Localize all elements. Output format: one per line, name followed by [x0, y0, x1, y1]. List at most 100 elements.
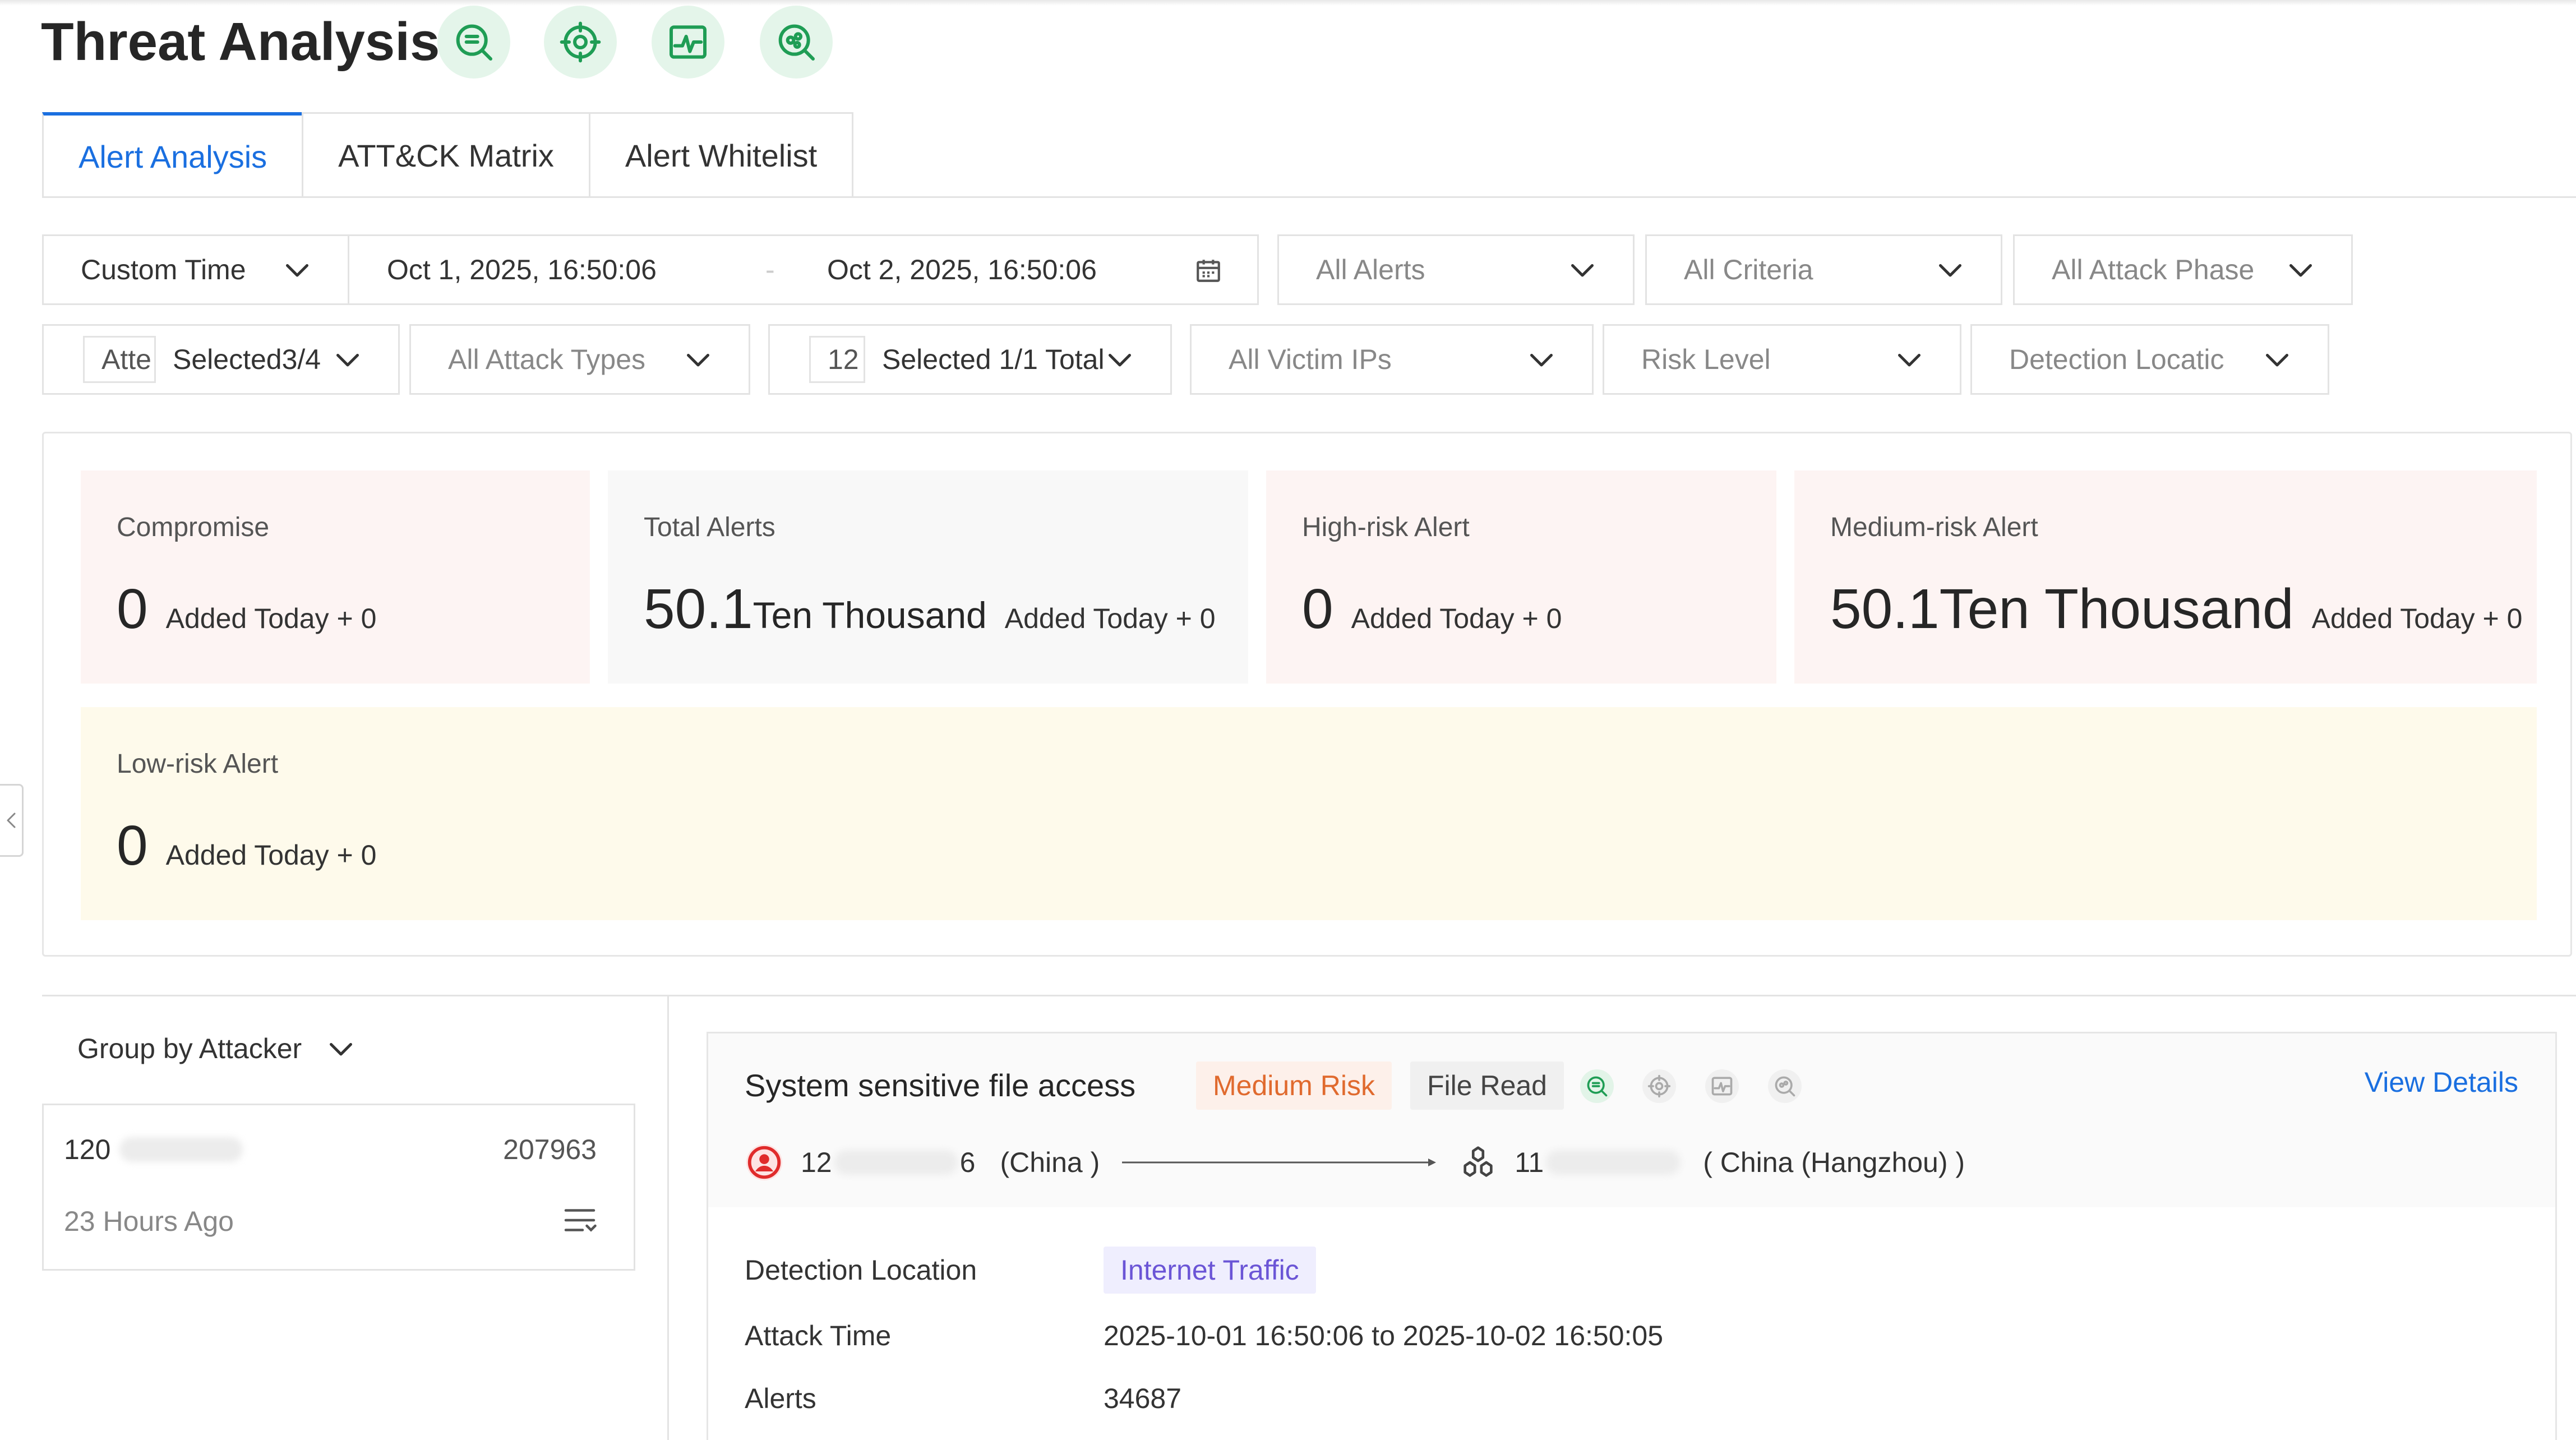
attacker-field-label: Atte	[83, 336, 156, 383]
tabs-divider	[42, 196, 2576, 198]
target-icon[interactable]	[544, 6, 617, 79]
attacker-alert-count: 207963	[503, 1134, 597, 1165]
server-cluster-icon	[1464, 1146, 1493, 1177]
alerts-count: 34687	[1104, 1383, 1182, 1414]
criteria-select[interactable]: All Criteria	[1645, 234, 2002, 305]
alerts-value: All Alerts	[1316, 254, 1425, 285]
high-risk-label: High-risk Alert	[1302, 513, 1470, 542]
attack-phase-value: All Attack Phase	[2052, 254, 2255, 285]
risk-tag: Medium Risk	[1196, 1061, 1392, 1110]
alerts-label: Alerts	[745, 1383, 816, 1414]
end-date[interactable]: Oct 2, 2025, 16:50:06	[827, 253, 1097, 286]
chevron-down-icon	[324, 1032, 358, 1065]
high-risk-value: 0	[1302, 578, 1333, 640]
source-select[interactable]: 12 Selected 1/1 Total	[768, 324, 1172, 395]
medium-risk-card[interactable]: Medium-risk Alert 50.1 Ten Thousand Adde…	[1794, 470, 2537, 684]
destination-ip-prefix: 11	[1515, 1147, 1544, 1178]
search-list-icon[interactable]	[437, 6, 510, 79]
attacker-list-item[interactable]: 120 207963 23 Hours Ago	[42, 1104, 635, 1271]
victim-ips-value: All Victim IPs	[1229, 344, 1392, 375]
chevron-down-icon	[1892, 343, 1926, 376]
compromise-card[interactable]: Compromise 0 Added Today + 0	[81, 470, 590, 684]
tab-attck-matrix[interactable]: ATT&CK Matrix	[302, 112, 590, 197]
medium-risk-value: 50.1	[1830, 578, 1940, 640]
collapse-sidebar-handle[interactable]	[0, 784, 24, 857]
victim-ips-select[interactable]: All Victim IPs	[1190, 324, 1594, 395]
source-region: (China )	[1000, 1147, 1100, 1178]
total-alerts-added: Added Today + 0	[1004, 603, 1216, 634]
medium-risk-added: Added Today + 0	[2311, 603, 2523, 634]
chevron-down-icon	[1525, 343, 1558, 376]
attacker-last-seen: 23 Hours Ago	[64, 1206, 234, 1237]
total-alerts-card[interactable]: Total Alerts 50.1 Ten Thousand Added Tod…	[608, 470, 1248, 684]
high-risk-card[interactable]: High-risk Alert 0 Added Today + 0	[1266, 470, 1776, 684]
redacted-ip-blur	[834, 1150, 958, 1175]
start-date[interactable]: Oct 1, 2025, 16:50:06	[387, 253, 657, 286]
page-title: Threat Analysis	[41, 12, 440, 72]
alerts-select[interactable]: All Alerts	[1277, 234, 1635, 305]
alert-detail-card: System sensitive file access Medium Risk…	[707, 1032, 2557, 1440]
arrow-right-icon	[1122, 1159, 1437, 1166]
attacker-ip-prefix: 120	[64, 1134, 111, 1165]
medium-risk-label: Medium-risk Alert	[1830, 513, 2038, 542]
attacker-select[interactable]: Atte Selected3/4	[42, 324, 400, 395]
low-risk-label: Low-risk Alert	[117, 749, 279, 779]
total-alerts-unit: Ten Thousand	[753, 594, 987, 636]
attack-types-value: All Attack Types	[448, 344, 646, 375]
attack-time-row: Attack Time 2025-10-01 16:50:06 to 2025-…	[745, 1319, 1663, 1352]
list-menu-icon[interactable]	[563, 1206, 597, 1234]
time-mode-select[interactable]: Custom Time	[42, 234, 349, 305]
risk-level-value: Risk Level	[1641, 344, 1771, 375]
low-risk-card[interactable]: Low-risk Alert 0 Added Today + 0	[81, 707, 2537, 920]
criteria-value: All Criteria	[1684, 254, 1813, 285]
detection-location-select[interactable]: Detection Locatic	[1970, 324, 2329, 395]
target-icon[interactable]	[1642, 1069, 1676, 1103]
high-risk-added: Added Today + 0	[1351, 603, 1562, 634]
top-shadow	[0, 0, 2576, 6]
search-list-icon[interactable]	[1580, 1069, 1614, 1103]
low-risk-value: 0	[117, 814, 148, 877]
chevron-down-icon	[2284, 253, 2318, 287]
time-mode-value: Custom Time	[81, 254, 246, 285]
scan-search-icon[interactable]	[760, 6, 833, 79]
scan-search-icon[interactable]	[1768, 1069, 1802, 1103]
compromise-label: Compromise	[117, 513, 270, 542]
group-by-label: Group by Attacker	[77, 1033, 302, 1064]
tab-alert-whitelist[interactable]: Alert Whitelist	[588, 112, 854, 197]
redacted-ip-blur	[1546, 1150, 1681, 1175]
detection-location-label: Detection Location	[745, 1254, 977, 1286]
type-tag: File Read	[1410, 1061, 1564, 1110]
source-ip-suffix: 6	[959, 1147, 976, 1178]
total-alerts-value: 50.1	[644, 578, 753, 640]
compromise-added: Added Today + 0	[165, 603, 377, 634]
attacker-selected-value: Selected3/4	[173, 344, 321, 375]
attack-time-label: Attack Time	[745, 1320, 892, 1351]
date-range-picker[interactable]: Oct 1, 2025, 16:50:06 - Oct 2, 2025, 16:…	[348, 234, 1259, 305]
alerts-row: Alerts 34687	[745, 1382, 1181, 1415]
activity-chart-icon[interactable]	[1705, 1069, 1739, 1103]
attacker-ip: 120	[64, 1133, 243, 1166]
stats-panel: Compromise 0 Added Today + 0 Total Alert…	[42, 432, 2572, 957]
activity-chart-icon[interactable]	[652, 6, 724, 79]
compromise-value: 0	[117, 578, 148, 640]
view-details-link[interactable]: View Details	[2365, 1066, 2518, 1099]
destination-region: ( China (Hangzhou) )	[1703, 1147, 1965, 1178]
chevron-down-icon	[280, 253, 314, 287]
attack-types-select[interactable]: All Attack Types	[409, 324, 750, 395]
detection-location-value: Detection Locatic	[2009, 344, 2224, 375]
tab-alert-analysis[interactable]: Alert Analysis	[42, 112, 304, 197]
chevron-down-icon	[1566, 253, 1599, 287]
column-divider	[667, 995, 669, 1440]
medium-risk-unit: Ten Thousand	[1939, 578, 2294, 640]
risk-level-select[interactable]: Risk Level	[1603, 324, 1961, 395]
chevron-down-icon	[2260, 343, 2294, 376]
attack-phase-select[interactable]: All Attack Phase	[2013, 234, 2353, 305]
low-risk-added: Added Today + 0	[165, 839, 377, 871]
calendar-icon[interactable]	[1194, 256, 1222, 284]
tab-bar: Alert Analysis ATT&CK Matrix Alert White…	[42, 112, 854, 197]
chevron-down-icon	[681, 343, 715, 376]
group-by-select[interactable]: Group by Attacker	[77, 1032, 358, 1065]
detection-location-row: Detection Location Internet Traffic	[745, 1247, 1316, 1294]
attacker-icon	[746, 1144, 783, 1181]
chevron-left-icon	[7, 813, 15, 828]
